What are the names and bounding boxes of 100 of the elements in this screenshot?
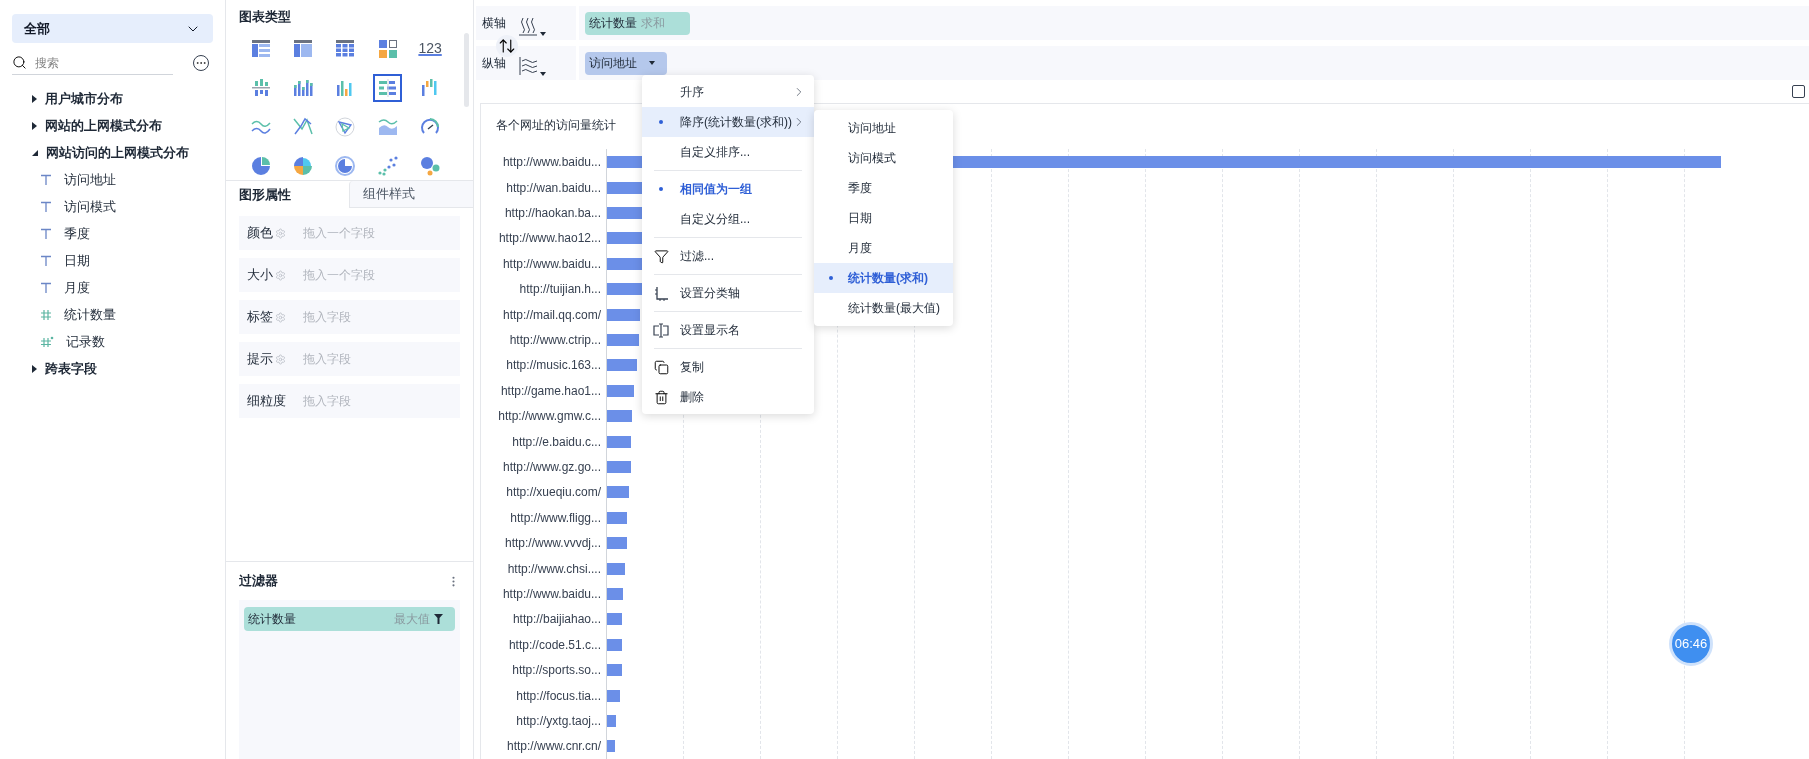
axis-label: 横轴 xyxy=(482,15,506,32)
category-label: http://mail.qq.com/ xyxy=(501,306,601,324)
bar xyxy=(607,461,631,473)
grid-table-icon xyxy=(334,37,357,60)
submenu-item[interactable]: 日期 xyxy=(814,203,953,233)
category-label: http://www.baidu... xyxy=(501,585,601,603)
folder-item[interactable]: 跨表字段 xyxy=(12,355,213,382)
folder-item[interactable]: 网站的上网模式分布 xyxy=(12,112,213,139)
field-item[interactable]: 统计数量 xyxy=(12,301,213,328)
category-label: http://e.baidu.c... xyxy=(511,433,601,451)
property-slot[interactable]: 细粒度 拖入字段 xyxy=(239,384,460,418)
property-slot[interactable]: 提示 拖入字段 xyxy=(239,342,460,376)
menu-item[interactable]: 设置显示名 xyxy=(642,315,814,345)
bar xyxy=(607,638,622,651)
pie-chart-icon xyxy=(249,154,272,177)
menu-item[interactable]: 删除 xyxy=(642,382,814,412)
text-field-icon xyxy=(40,227,52,240)
scrollbar[interactable] xyxy=(464,33,469,107)
chart-type-button[interactable] xyxy=(373,73,403,102)
field-item[interactable]: 日期 xyxy=(12,247,213,274)
submenu-item[interactable]: 月度 xyxy=(814,233,953,263)
split-bar-chart-icon xyxy=(249,76,272,99)
axis-drop-area[interactable]: 访问地址 xyxy=(579,46,1809,80)
category-label: http://sports.so... xyxy=(511,662,601,680)
category-label: http://baijiahao... xyxy=(511,611,601,629)
bar xyxy=(607,613,622,626)
bar xyxy=(607,359,637,372)
rename-icon xyxy=(653,322,669,338)
folder-item[interactable]: 用户城市分布 xyxy=(12,85,213,112)
bar xyxy=(607,308,640,321)
category-label: http://music.163... xyxy=(505,357,601,375)
bar xyxy=(607,740,615,753)
category-label: http://www.cnr.cn/ xyxy=(505,738,601,756)
filter-icon xyxy=(434,614,443,624)
menu-item[interactable]: 复制 xyxy=(642,352,814,382)
text-field-icon xyxy=(40,173,52,186)
tiles-icon xyxy=(376,37,399,60)
category-label: http://www.ctrip... xyxy=(508,332,601,350)
text-field-icon xyxy=(40,254,52,267)
submenu-item[interactable]: 统计数量(求和) xyxy=(814,263,953,293)
field-item[interactable]: 季度 xyxy=(12,220,213,247)
bar xyxy=(607,486,629,499)
field-item[interactable]: 访问地址 xyxy=(12,166,213,193)
menu-item[interactable]: 降序(统计数量(求和)) xyxy=(642,107,814,137)
search-field[interactable]: 搜索 xyxy=(35,53,155,72)
category-dropdown[interactable]: 全部 xyxy=(12,14,213,43)
chart-title: 各个网址的访问量统计 xyxy=(496,116,616,134)
axis-icon xyxy=(653,285,669,301)
collapsed-triangle-icon xyxy=(32,364,37,373)
checkbox[interactable] xyxy=(1792,84,1805,98)
bar xyxy=(607,334,639,347)
number-field-icon xyxy=(40,308,52,321)
delete-icon xyxy=(653,389,669,405)
ring-chart-icon xyxy=(334,154,357,177)
menu-item[interactable]: 过滤... xyxy=(642,241,814,271)
scatter-chart-icon xyxy=(376,154,399,177)
bar xyxy=(607,714,616,727)
property-slot[interactable]: 标签 拖入字段 xyxy=(239,300,460,334)
category-label: http://www.chsi.... xyxy=(506,560,601,578)
field-item[interactable]: 记录数 xyxy=(12,328,213,355)
panel-tab[interactable]: 组件样式 xyxy=(349,181,473,208)
field-item[interactable]: 访问模式 xyxy=(12,193,213,220)
category-label: http://www.hao12... xyxy=(497,230,601,248)
menu-item[interactable]: 设置分类轴 xyxy=(642,278,814,308)
filter-pill[interactable]: 统计数量 最大值 xyxy=(244,607,455,631)
folder-item[interactable]: 网站访问的上网模式分布 xyxy=(12,139,213,166)
menu-item[interactable]: 升序 xyxy=(642,77,814,107)
property-slot[interactable]: 颜色 拖入一个字段 xyxy=(239,216,460,250)
submenu-item[interactable]: 访问模式 xyxy=(814,143,953,173)
axis-drop-area[interactable]: 统计数量 求和 xyxy=(579,6,1809,40)
submenu-item[interactable]: 季度 xyxy=(814,173,953,203)
category-label: http://haokan.ba... xyxy=(503,205,601,223)
bar xyxy=(607,435,631,448)
menu-item[interactable]: 相同值为一组 xyxy=(642,174,814,204)
section-title: 图表类型 xyxy=(238,8,292,26)
filter-drop-area[interactable]: 统计数量 最大值 xyxy=(239,600,460,759)
collapsed-triangle-icon xyxy=(32,94,37,103)
chart-type-button[interactable]: 123 xyxy=(415,34,445,63)
bar xyxy=(607,410,632,423)
category-label: http://www.gmw.c... xyxy=(497,408,601,426)
category-label: http://yxtg.taoj... xyxy=(515,712,601,730)
horizontal-bar-chart-icon xyxy=(376,76,399,99)
bar xyxy=(607,664,622,677)
menu-item[interactable]: 自定义分组... xyxy=(642,204,814,234)
submenu-item[interactable]: 访问地址 xyxy=(814,113,953,143)
dimension-pill[interactable]: 访问地址 xyxy=(585,51,667,75)
field-item[interactable]: 月度 xyxy=(12,274,213,301)
bar xyxy=(607,689,620,702)
property-slot[interactable]: 大小 拖入一个字段 xyxy=(239,258,460,292)
category-label: http://xueqiu.com/ xyxy=(505,484,601,502)
category-label: http://focus.tia... xyxy=(515,687,601,705)
bar xyxy=(607,511,627,524)
category-label: http://www.gz.go... xyxy=(501,459,601,476)
text-field-icon xyxy=(40,200,52,213)
measure-pill[interactable]: 统计数量 求和 xyxy=(585,11,690,35)
search-icon xyxy=(12,55,27,70)
menu-item[interactable]: 自定义排序... xyxy=(642,137,814,167)
category-label: http://tuijian.h... xyxy=(518,281,601,299)
submenu-item[interactable]: 统计数量(最大值) xyxy=(814,293,953,323)
category-label: http://www.baidu... xyxy=(501,255,601,273)
